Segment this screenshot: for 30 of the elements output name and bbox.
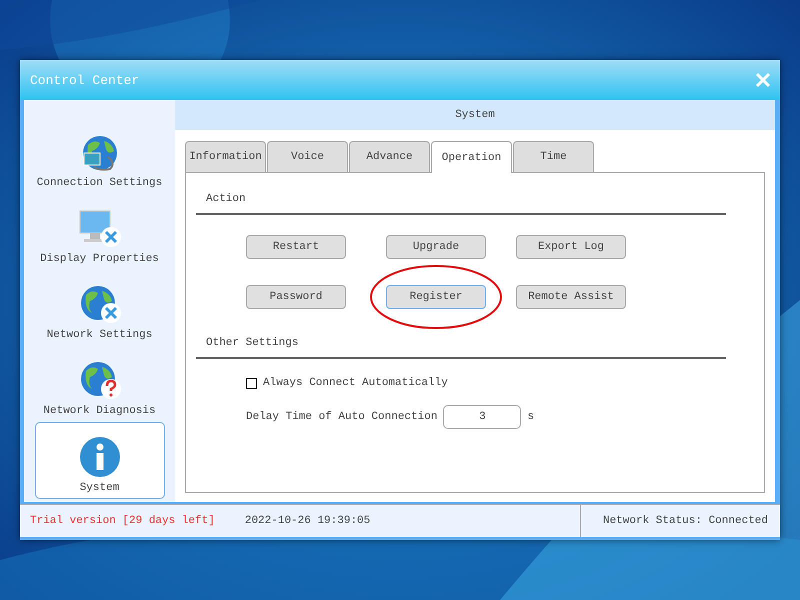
sidebar-item[interactable]: System — [34, 422, 164, 499]
section-title: Action — [206, 193, 246, 205]
datetime-text: 2022-10-26 19:39:05 — [244, 515, 372, 527]
monitor-tools-icon — [78, 209, 122, 249]
tab[interactable]: Voice — [267, 141, 348, 172]
tab[interactable]: Operation — [431, 141, 512, 173]
action-button[interactable]: Password — [246, 285, 346, 309]
tab[interactable]: Information — [185, 141, 266, 172]
close-icon[interactable] — [754, 71, 772, 89]
panel-header: System — [455, 109, 495, 121]
sidebar-item[interactable]: Display Properties — [34, 194, 164, 270]
action-button[interactable]: Remote Assist — [516, 285, 626, 309]
sidebar-item[interactable]: Connection Settings — [34, 118, 164, 194]
sidebar-item[interactable]: Network Diagnosis — [34, 346, 164, 422]
action-button[interactable]: Export Log — [516, 235, 626, 259]
delay-input-field[interactable]: 3 — [443, 405, 522, 429]
action-button[interactable]: Register — [386, 285, 486, 309]
action-button[interactable]: Restart — [246, 235, 346, 259]
trial-notice: Trial version [29 days left] — [29, 515, 215, 527]
tab[interactable]: Advance — [349, 141, 430, 172]
field-label: Delay Time of Auto Connection — [246, 411, 438, 423]
sidebar-item[interactable]: Network Settings — [34, 270, 164, 346]
auto-connect-checkbox[interactable]: Always Connect Automatically — [246, 377, 448, 389]
window-title: Control Center — [30, 72, 140, 88]
tab[interactable]: Time — [513, 141, 594, 172]
unit-label: s — [527, 411, 534, 423]
section-title: Other Settings — [206, 337, 298, 349]
network-status: Network Status: Connected — [602, 515, 769, 527]
info-icon — [78, 436, 120, 478]
action-button[interactable]: Upgrade — [386, 235, 486, 259]
